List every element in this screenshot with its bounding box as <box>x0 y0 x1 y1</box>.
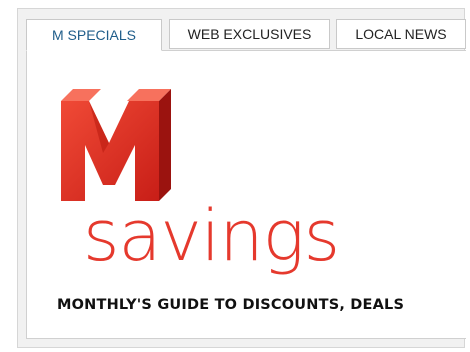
tab-local-news[interactable]: LOCAL NEWS <box>336 19 466 49</box>
specials-widget: M SPECIALS WEB EXCLUSIVES LOCAL NEWS sav… <box>17 8 466 348</box>
tab-m-specials[interactable]: M SPECIALS <box>26 19 162 51</box>
m-logo-icon <box>61 89 171 201</box>
savings-headline: savings <box>83 195 340 277</box>
tab-panel: savings MONTHLY'S GUIDE TO DISCOUNTS, DE… <box>26 50 466 339</box>
promo-tagline: MONTHLY'S GUIDE TO DISCOUNTS, DEALS <box>57 297 405 313</box>
tab-bar: M SPECIALS WEB EXCLUSIVES LOCAL NEWS <box>26 19 466 51</box>
tab-web-exclusives[interactable]: WEB EXCLUSIVES <box>169 19 330 49</box>
promo-banner-link[interactable]: savings MONTHLY'S GUIDE TO DISCOUNTS, DE… <box>27 51 466 338</box>
